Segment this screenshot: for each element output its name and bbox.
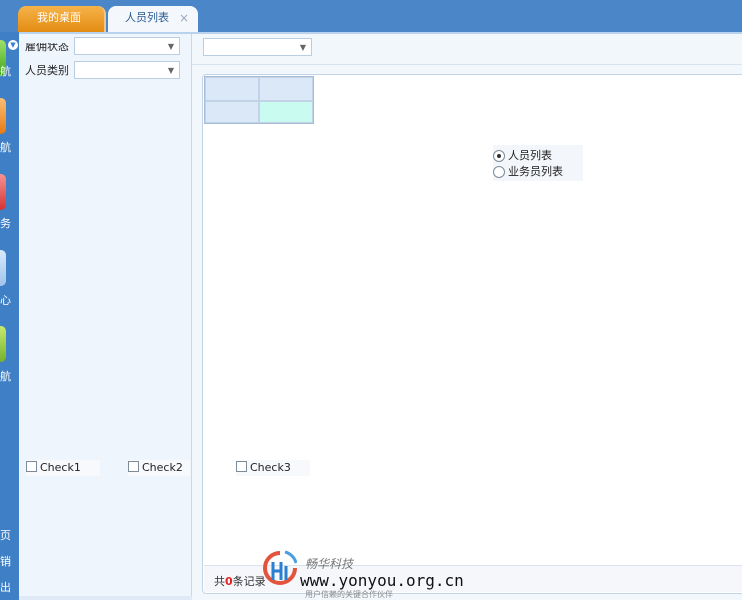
record-count-suffix: 条记录 bbox=[232, 575, 266, 588]
radio-checked-icon bbox=[493, 150, 505, 162]
filter-panel: 雇佣状态 ▼ 人员类别 ▼ bbox=[19, 34, 192, 600]
nav-label-3: 务 bbox=[0, 217, 11, 230]
nav-label-5: 航 bbox=[0, 370, 11, 383]
radio-salesman-list-label: 业务员列表 bbox=[508, 165, 563, 178]
nav-exit-label[interactable]: 出 bbox=[0, 582, 11, 594]
nav-button-3[interactable] bbox=[0, 174, 6, 210]
tab-person-list-label: 人员列表 bbox=[125, 11, 169, 24]
check1-label: Check1 bbox=[40, 461, 81, 474]
watermark-tagline: 用户信赖的关键合作伙伴 bbox=[305, 590, 393, 599]
data-grid: 人员列表 业务员列表 共0条记录 bbox=[202, 74, 742, 594]
watermark-brand: 畅华科技 bbox=[305, 557, 354, 571]
radio-person-list[interactable]: 人员列表 bbox=[493, 147, 552, 163]
check1-checkbox[interactable]: Check1 bbox=[26, 460, 100, 476]
checkbox-icon bbox=[236, 461, 247, 472]
nav-label-4: 心 bbox=[0, 294, 11, 307]
record-count-prefix: 共 bbox=[214, 575, 225, 588]
tab-my-desktop[interactable]: 我的桌面 bbox=[18, 6, 106, 32]
watermark-logo-icon bbox=[263, 550, 297, 585]
chevron-down-icon: ▼ bbox=[167, 66, 174, 75]
person-category-label: 人员类别 bbox=[25, 64, 69, 77]
radio-salesman-list[interactable]: 业务员列表 bbox=[493, 163, 563, 179]
grid-row-header-cell[interactable] bbox=[205, 101, 259, 123]
employment-status-select[interactable]: ▼ bbox=[74, 37, 180, 55]
nav-home-label[interactable]: 页 bbox=[0, 530, 11, 542]
tab-my-desktop-label: 我的桌面 bbox=[37, 11, 81, 24]
nav-button-2[interactable] bbox=[0, 98, 6, 134]
record-count-value: 0 bbox=[225, 575, 233, 588]
tab-person-list[interactable]: 人员列表 × bbox=[108, 6, 198, 32]
grid-header-cell-1[interactable] bbox=[205, 77, 259, 101]
check2-label: Check2 bbox=[142, 461, 183, 474]
left-nav: ▼ 航 航 务 心 航 页 销 出 bbox=[0, 32, 19, 600]
close-icon[interactable]: × bbox=[179, 6, 189, 30]
person-category-select[interactable]: ▼ bbox=[74, 61, 180, 79]
watermark-url: www.yonyou.org.cn bbox=[300, 571, 464, 590]
nav-logout-label[interactable]: 销 bbox=[0, 556, 11, 568]
check2-checkbox[interactable]: Check2 bbox=[128, 460, 190, 476]
nav-label-2: 航 bbox=[0, 141, 11, 154]
main-select[interactable]: ▼ bbox=[203, 38, 312, 56]
employment-status-label: 雇佣状态 bbox=[25, 40, 69, 53]
main-area: ▼ 人员列表 业务员列表 共0条记录 bbox=[192, 34, 742, 600]
nav-button-4[interactable] bbox=[0, 250, 6, 286]
grid-header bbox=[204, 76, 314, 124]
tab-bar: 我的桌面 人员列表 × bbox=[0, 0, 742, 32]
checkbox-icon bbox=[128, 461, 139, 472]
radio-unchecked-icon bbox=[493, 166, 505, 178]
grid-selected-cell[interactable] bbox=[259, 101, 313, 123]
panel-footer bbox=[19, 596, 192, 600]
list-type-radio-group: 人员列表 业务员列表 bbox=[493, 145, 583, 181]
record-count: 共0条记录 bbox=[214, 573, 266, 589]
nav-label-1: 航 bbox=[0, 65, 11, 78]
nav-button-5[interactable] bbox=[0, 326, 6, 362]
grid-header-cell-2[interactable] bbox=[259, 77, 313, 101]
check3-checkbox[interactable]: Check3 bbox=[236, 460, 310, 476]
toolbar-divider bbox=[192, 64, 742, 65]
checkbox-icon bbox=[26, 461, 37, 472]
check3-label: Check3 bbox=[250, 461, 291, 474]
chevron-down-icon: ▼ bbox=[167, 42, 174, 51]
chevron-down-icon: ▼ bbox=[299, 43, 306, 52]
radio-person-list-label: 人员列表 bbox=[508, 149, 552, 162]
chevron-down-icon[interactable]: ▼ bbox=[8, 40, 18, 50]
